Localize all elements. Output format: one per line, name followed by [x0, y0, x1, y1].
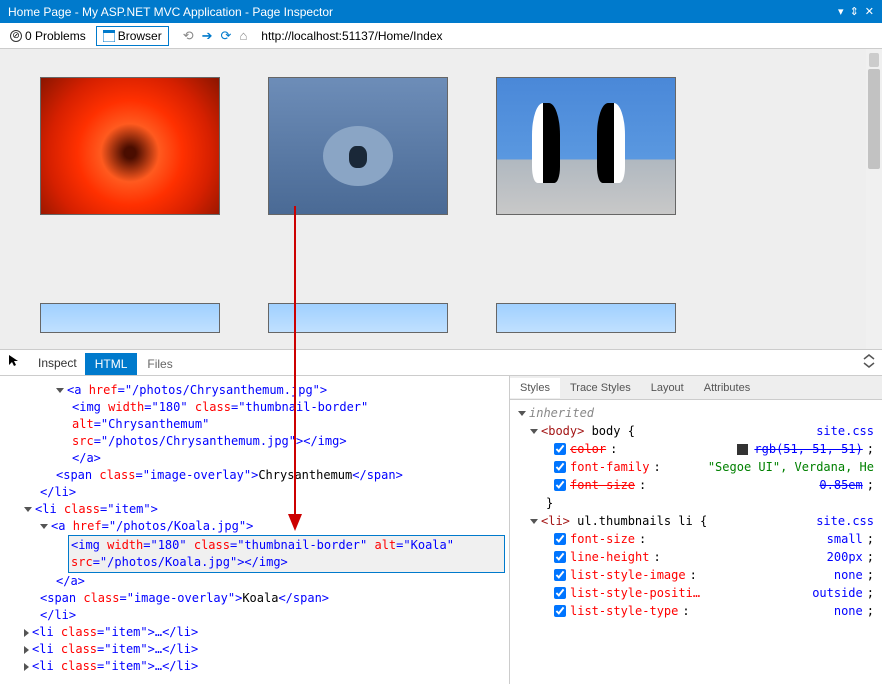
styles-pane: Styles Trace Styles Layout Attributes in…	[510, 376, 882, 684]
browser-preview	[0, 49, 882, 349]
title-dropdown-icon[interactable]: ▾	[838, 5, 844, 18]
inspector-panel: Inspect HTML Files <a href="/photos/Chry…	[0, 349, 882, 684]
thumbnail-chrysanthemum[interactable]	[40, 77, 220, 215]
thumbnail-penguins[interactable]	[496, 77, 676, 215]
url-field[interactable]: http://localhost:51137/Home/Index	[261, 29, 442, 43]
css-source-link[interactable]: site.css	[816, 512, 874, 530]
expand-icon[interactable]	[862, 354, 876, 371]
nav-forward-icon[interactable]: ➔	[202, 28, 213, 44]
tab-layout[interactable]: Layout	[641, 378, 694, 398]
title-pin-icon[interactable]: ⇕	[850, 5, 859, 18]
title-close-icon[interactable]: ✕	[865, 5, 874, 18]
color-swatch	[737, 444, 748, 455]
browser-button-label: Browser	[118, 29, 162, 43]
tab-html[interactable]: HTML	[85, 353, 138, 375]
tab-files[interactable]: Files	[137, 353, 182, 375]
css-toggle[interactable]	[554, 443, 566, 455]
css-toggle[interactable]	[554, 569, 566, 581]
css-toggle[interactable]	[554, 551, 566, 563]
window-title: Home Page - My ASP.NET MVC Application -…	[8, 5, 838, 19]
tab-trace-styles[interactable]: Trace Styles	[560, 378, 641, 398]
nav-refresh-icon[interactable]: ⟳	[221, 28, 232, 44]
nav-home-icon[interactable]: ⌂	[239, 28, 247, 43]
css-toggle[interactable]	[554, 479, 566, 491]
styles-body[interactable]: inherited <body> body {site.css color:rg…	[510, 400, 882, 684]
tab-attributes[interactable]: Attributes	[694, 378, 760, 398]
inspector-tab-bar: Inspect HTML Files	[0, 350, 882, 376]
preview-scrollbar[interactable]	[866, 49, 882, 349]
toolbar: ⊘ 0 Problems Browser ⟲ ➔ ⟳ ⌂ http://loca…	[0, 23, 882, 49]
css-toggle[interactable]	[554, 533, 566, 545]
browser-window-icon	[103, 30, 115, 42]
thumbnail-partial[interactable]	[268, 303, 448, 333]
html-tree-pane[interactable]: <a href="/photos/Chrysanthemum.jpg"> <im…	[0, 376, 510, 684]
css-toggle[interactable]	[554, 587, 566, 599]
css-toggle[interactable]	[554, 461, 566, 473]
nav-back-icon[interactable]: ⟲	[183, 28, 194, 44]
selected-html-node[interactable]: <img width="180" class="thumbnail-border…	[68, 535, 505, 573]
window-title-bar: Home Page - My ASP.NET MVC Application -…	[0, 0, 882, 23]
thumbnail-partial[interactable]	[496, 303, 676, 333]
thumbnail-partial[interactable]	[40, 303, 220, 333]
css-source-link[interactable]: site.css	[816, 422, 874, 440]
browser-button[interactable]: Browser	[96, 26, 169, 46]
problems-count: 0 Problems	[25, 29, 86, 43]
tab-styles[interactable]: Styles	[510, 378, 560, 398]
no-entry-icon: ⊘	[10, 30, 22, 42]
inspect-cursor-icon[interactable]	[0, 354, 30, 371]
inherited-section: inherited	[529, 406, 594, 420]
thumbnail-koala[interactable]	[268, 77, 448, 215]
css-toggle[interactable]	[554, 605, 566, 617]
problems-indicator[interactable]: ⊘ 0 Problems	[6, 27, 90, 45]
inspect-label[interactable]: Inspect	[30, 352, 85, 374]
